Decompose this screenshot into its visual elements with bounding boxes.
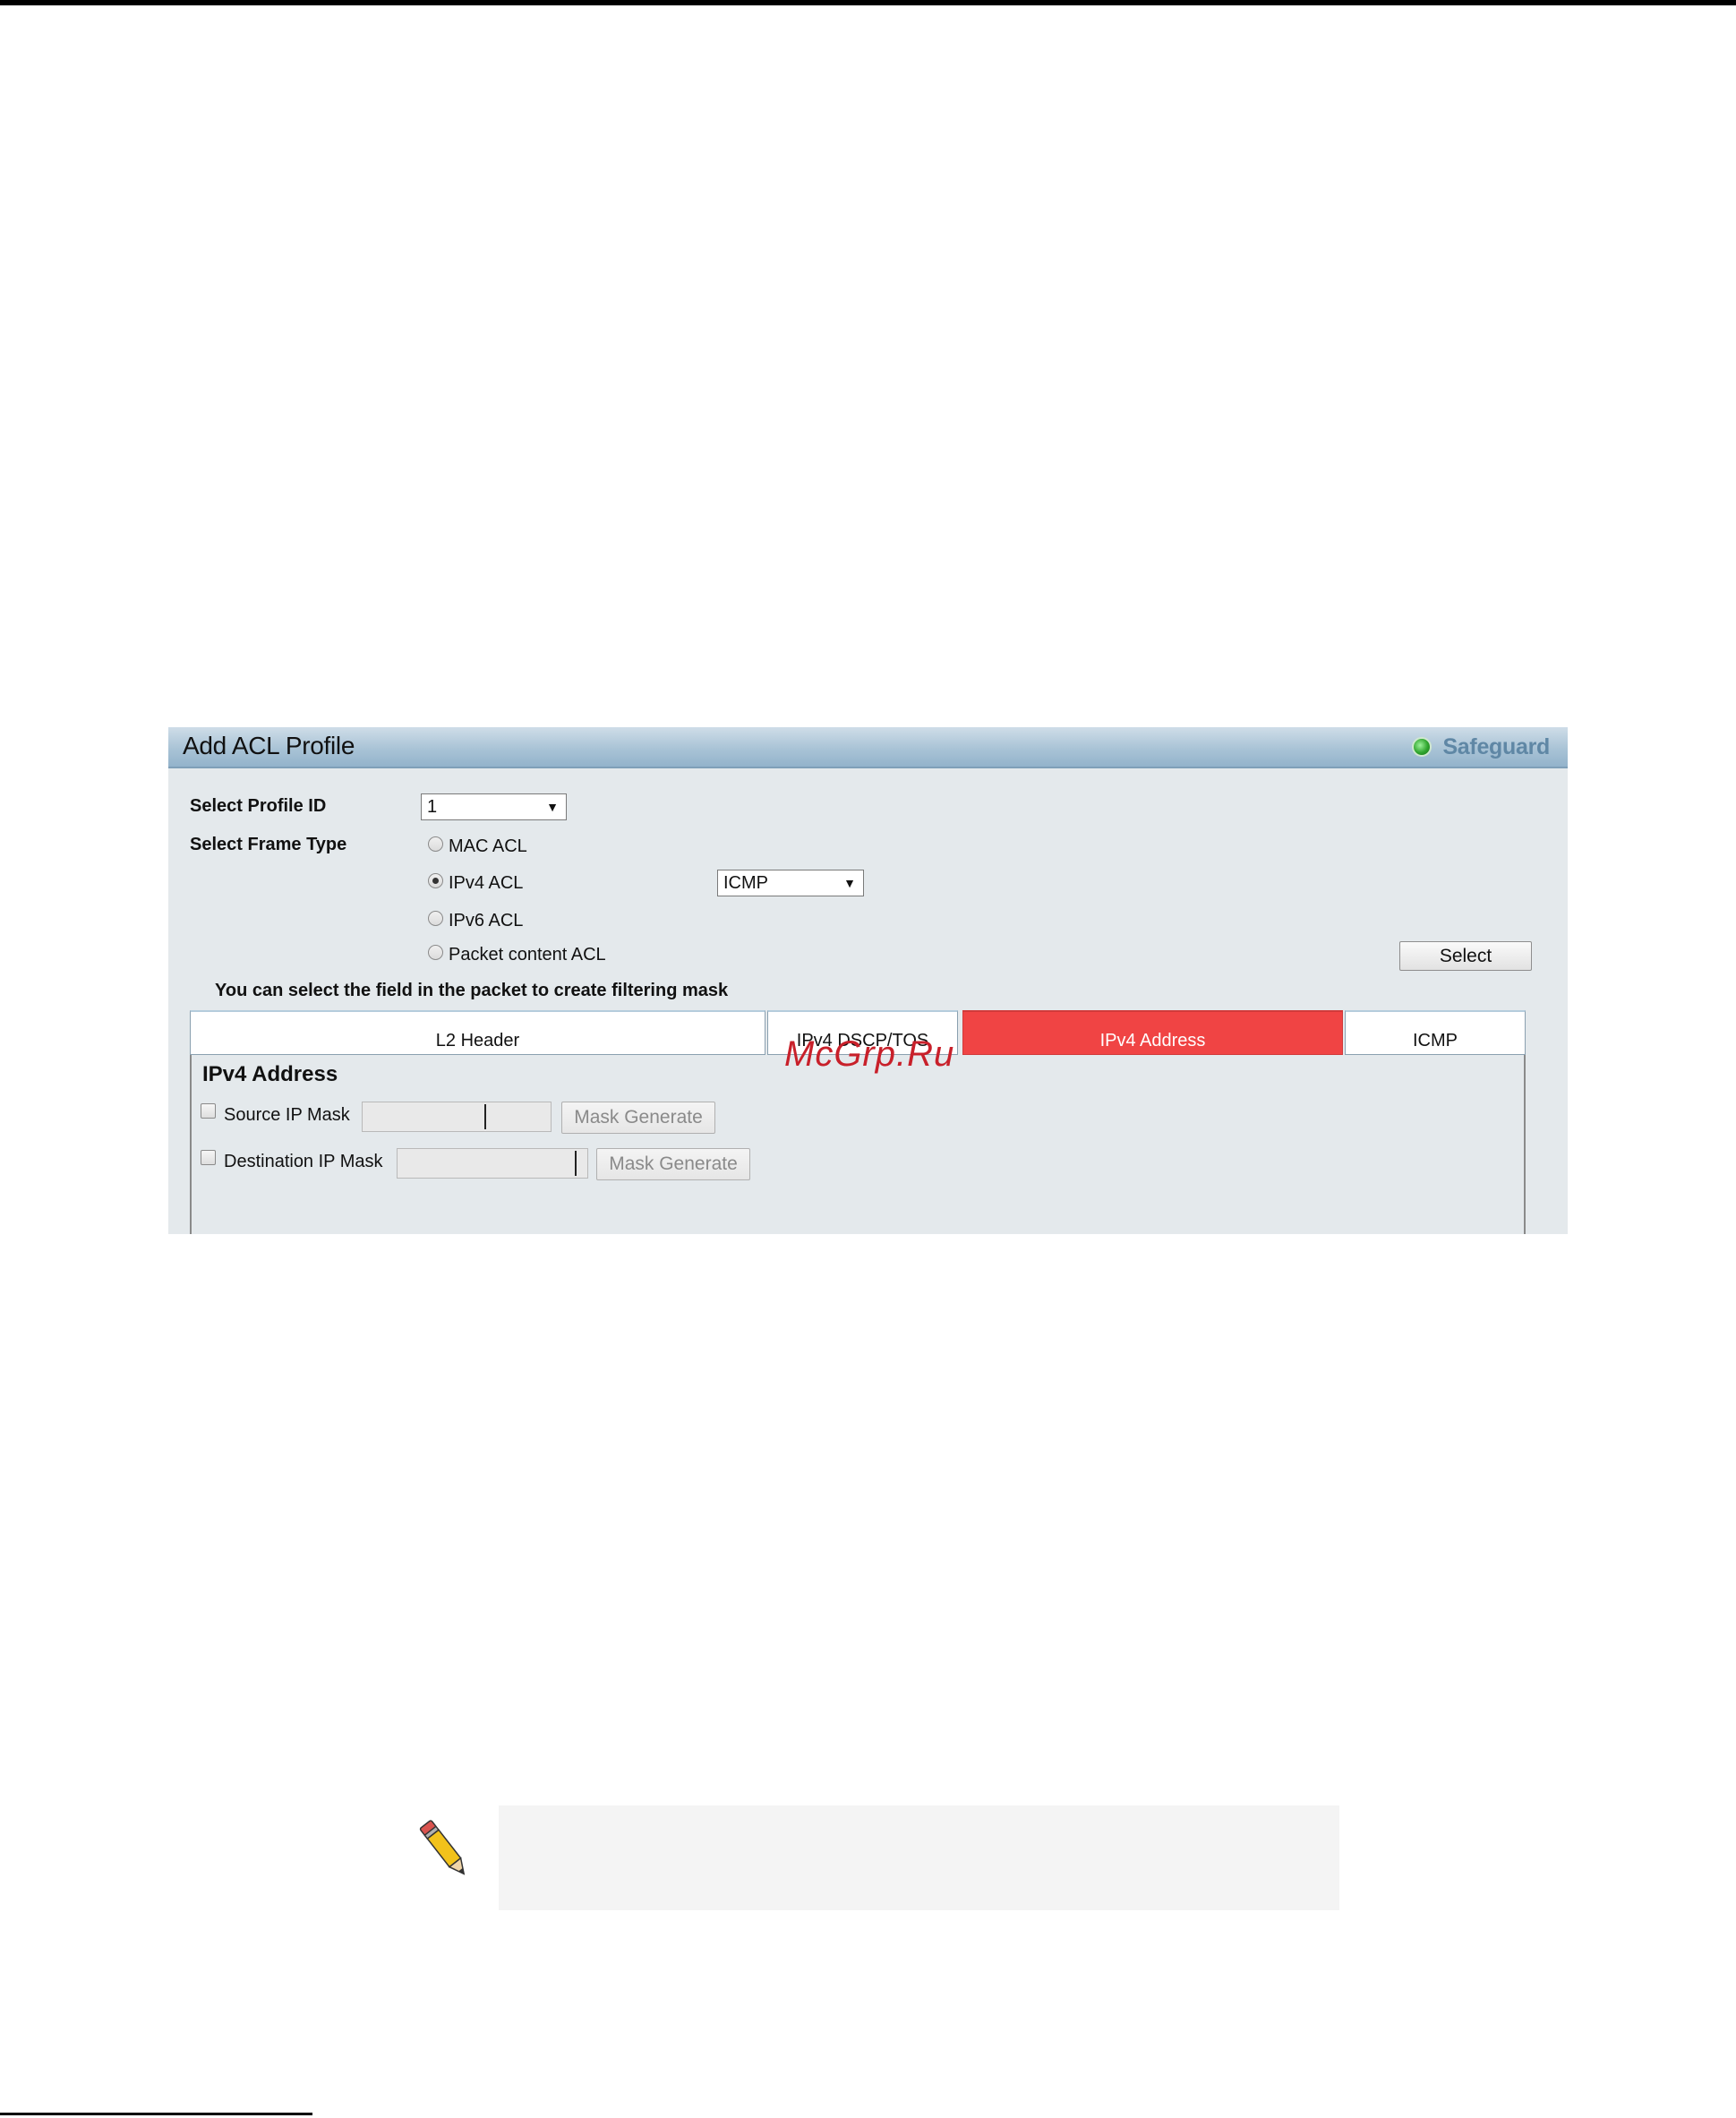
tab-label: IPv4 Address [1099, 1031, 1206, 1050]
pencil-note-icon [419, 1820, 466, 1875]
panel-title: Add ACL Profile [183, 732, 355, 759]
add-acl-profile-panel: Add ACL Profile Safeguard Select Profile… [168, 727, 1568, 1234]
radio-label: Packet content ACL [449, 945, 606, 965]
radio-icon[interactable] [428, 911, 443, 926]
footnote-rule [0, 2113, 312, 2115]
destination-ip-mask-checkbox[interactable] [201, 1150, 216, 1165]
radio-label: IPv6 ACL [449, 911, 524, 930]
tab-l2-header[interactable]: L2 Header [190, 1010, 765, 1055]
page-top-rule [0, 0, 1736, 5]
radio-ipv4-acl[interactable]: IPv4 ACL [428, 873, 523, 894]
safeguard-indicator: Safeguard [1412, 733, 1550, 760]
ipv4-protocol-select[interactable]: ICMP ▼ [717, 870, 864, 896]
radio-label: IPv4 ACL [449, 873, 524, 893]
note-box [499, 1805, 1339, 1910]
destination-ip-mask-input[interactable] [397, 1148, 588, 1179]
dropdown-arrow-icon: ▼ [546, 800, 559, 814]
source-ip-mask-checkbox[interactable] [201, 1103, 216, 1119]
tab-label: ICMP [1413, 1031, 1458, 1050]
profile-id-select[interactable]: 1 ▼ [421, 793, 567, 820]
radio-checked-icon[interactable] [428, 873, 443, 888]
radio-icon[interactable] [428, 836, 443, 852]
ipv4-protocol-value: ICMP [723, 873, 768, 893]
radio-icon[interactable] [428, 945, 443, 960]
safeguard-status-icon [1412, 737, 1432, 757]
radio-label: MAC ACL [449, 836, 527, 856]
source-ip-mask-label: Source IP Mask [224, 1105, 350, 1125]
radio-mac-acl[interactable]: MAC ACL [428, 836, 527, 857]
section-title: IPv4 Address [202, 1062, 338, 1086]
filtering-mask-hint: You can select the field in the packet t… [215, 981, 729, 1000]
tab-ipv4-address[interactable]: IPv4 Address [962, 1010, 1343, 1055]
radio-ipv6-acl[interactable]: IPv6 ACL [428, 911, 523, 931]
input-cursor-divider [575, 1151, 577, 1176]
profile-id-label: Select Profile ID [190, 796, 327, 816]
dropdown-arrow-icon: ▼ [843, 876, 856, 890]
tab-label: L2 Header [435, 1031, 520, 1050]
radio-packet-content-acl[interactable]: Packet content ACL [428, 945, 606, 965]
panel-header: Add ACL Profile Safeguard [168, 727, 1568, 768]
frame-type-label: Select Frame Type [190, 835, 347, 854]
source-mask-generate-button[interactable]: Mask Generate [561, 1102, 715, 1134]
source-ip-mask-input[interactable] [362, 1102, 552, 1132]
destination-ip-mask-label: Destination IP Mask [224, 1152, 383, 1171]
destination-mask-generate-button[interactable]: Mask Generate [596, 1148, 750, 1180]
profile-id-value: 1 [427, 797, 438, 817]
safeguard-label: Safeguard [1442, 733, 1550, 759]
watermark: McGrp.Ru [784, 1034, 955, 1074]
input-cursor-divider [484, 1104, 486, 1129]
select-button[interactable]: Select [1399, 941, 1532, 971]
tab-content-ipv4-address: IPv4 Address Source IP Mask Mask Generat… [190, 1055, 1526, 1234]
tab-icmp[interactable]: ICMP [1345, 1010, 1526, 1055]
